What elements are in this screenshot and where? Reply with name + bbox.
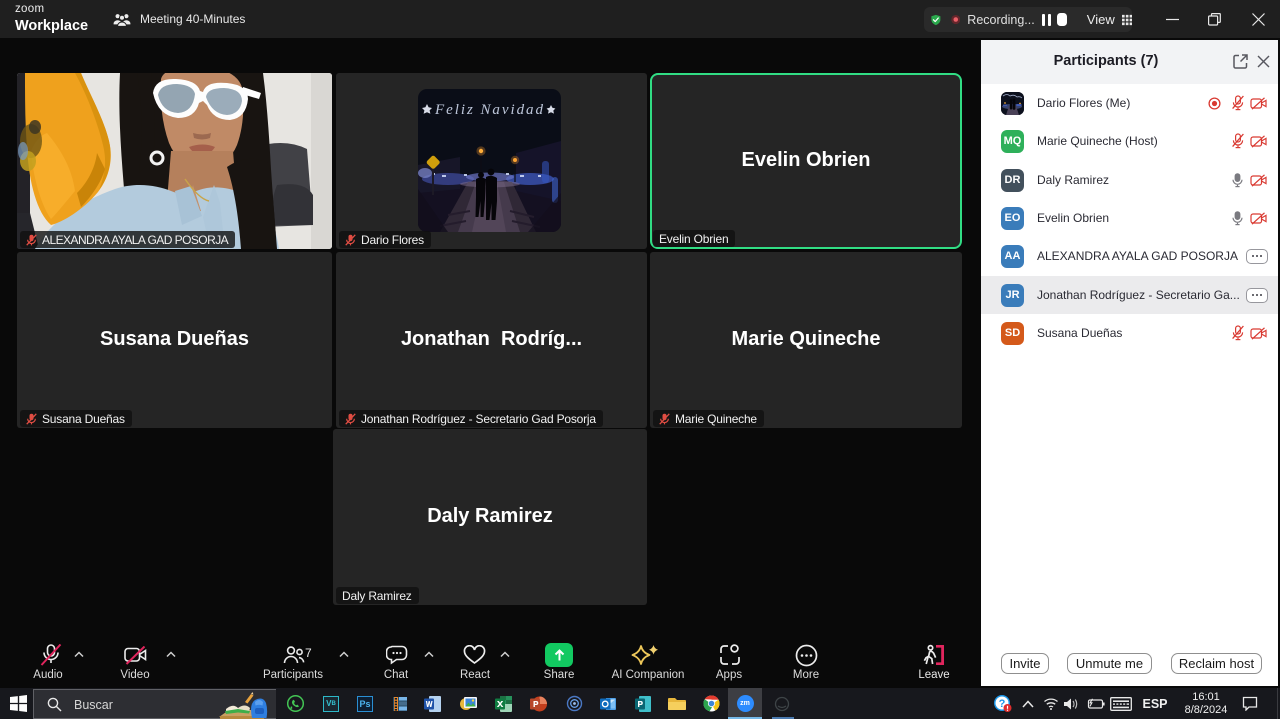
svg-text:Feliz Navidad: Feliz Navidad xyxy=(434,102,544,118)
